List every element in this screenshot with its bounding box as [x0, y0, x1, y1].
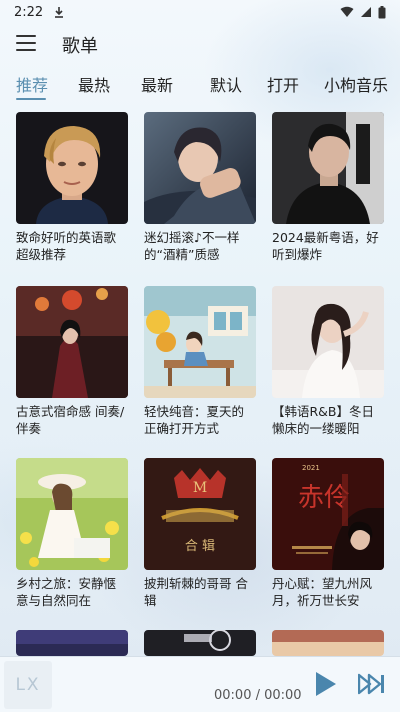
playback-time: 00:00 / 00:00 — [214, 688, 302, 703]
tab-hottest[interactable]: 最热 — [78, 72, 110, 96]
playlist-cover — [16, 286, 128, 398]
playlist-title: 披荆斩棘的哥哥 合辑 — [144, 576, 248, 608]
tab-open[interactable]: 打开 — [267, 72, 299, 96]
playlist-cover — [16, 630, 128, 656]
sort-tabs: 推荐 最热 最新 默认 打开 小枸音乐 — [0, 72, 400, 100]
cover-year: 2021 — [302, 464, 320, 472]
playlist-card[interactable]: 2024最新粤语，好听到爆炸 — [272, 112, 384, 263]
playlist-cover — [144, 286, 256, 398]
playlist-card[interactable] — [16, 630, 128, 656]
playlist-card[interactable]: 致命好听的英语歌 超级推荐 — [16, 112, 128, 263]
playlist-cover — [16, 112, 128, 224]
status-bar: 2:22 — [0, 0, 400, 24]
playlist-cover — [16, 458, 128, 570]
next-track-icon[interactable] — [358, 673, 386, 695]
playlist-title: 迷幻摇滚♪不一样的“酒精”质感 — [144, 230, 240, 262]
playlist-title: 乡村之旅：安静惬意与自然同在 — [16, 576, 117, 608]
svg-text:M: M — [193, 480, 207, 496]
playlist-cover — [144, 630, 256, 656]
playlist-cover — [272, 112, 384, 224]
tab-default[interactable]: 默认 — [210, 72, 242, 96]
download-icon — [55, 7, 64, 18]
player-cover-logo[interactable]: LX — [4, 661, 52, 709]
wifi-icon — [340, 6, 354, 17]
playlist-cover — [272, 630, 384, 656]
playlist-card[interactable] — [144, 630, 256, 656]
playlist-card[interactable]: 2021 赤伶 丹心赋：望九州风月，祈万世长安 — [272, 458, 384, 609]
play-icon[interactable] — [312, 671, 338, 697]
playlist-title: 【韩语R&B】冬日懒床的一缕暖阳 — [272, 404, 375, 436]
playlist-title: 丹心赋：望九州风月，祈万世长安 — [272, 576, 373, 608]
playlist-card[interactable]: 迷幻摇滚♪不一样的“酒精”质感 — [144, 112, 256, 263]
page-title: 歌单 — [62, 36, 98, 57]
mini-player: LX 00:00 / 00:00 — [0, 656, 400, 712]
active-tab-indicator — [16, 98, 46, 100]
playlist-card[interactable]: 乡村之旅：安静惬意与自然同在 — [16, 458, 128, 609]
playlist-title: 古意式宿命感 间奏/伴奏 — [16, 404, 125, 436]
playlist-card[interactable]: M 合 辑 披荆斩棘的哥哥 合辑 — [144, 458, 256, 609]
playlist-card[interactable] — [272, 630, 384, 656]
playlist-title: 轻快纯音：夏天的正确打开方式 — [144, 404, 245, 436]
tab-recommend[interactable]: 推荐 — [16, 72, 48, 96]
app-header: 歌单 — [0, 28, 400, 60]
cover-caption: 合 辑 — [185, 539, 215, 554]
menu-icon[interactable] — [16, 35, 36, 52]
status-time: 2:22 — [14, 4, 44, 20]
playlist-title: 2024最新粤语，好听到爆炸 — [272, 230, 379, 262]
signal-icon — [361, 7, 371, 17]
tab-xiaogou-music[interactable]: 小枸音乐 — [324, 72, 388, 96]
tab-newest[interactable]: 最新 — [141, 72, 173, 96]
playlist-cover — [144, 112, 256, 224]
playlist-cover — [272, 286, 384, 398]
playlist-card[interactable]: 古意式宿命感 间奏/伴奏 — [16, 286, 128, 437]
battery-icon — [378, 5, 386, 18]
playlist-card[interactable]: 【韩语R&B】冬日懒床的一缕暖阳 — [272, 286, 384, 437]
playlist-title: 致命好听的英语歌 超级推荐 — [16, 230, 117, 262]
playlist-cover: M 合 辑 — [144, 458, 256, 570]
playlist-card[interactable]: 轻快纯音：夏天的正确打开方式 — [144, 286, 256, 437]
playlist-cover: 2021 赤伶 — [272, 458, 384, 570]
